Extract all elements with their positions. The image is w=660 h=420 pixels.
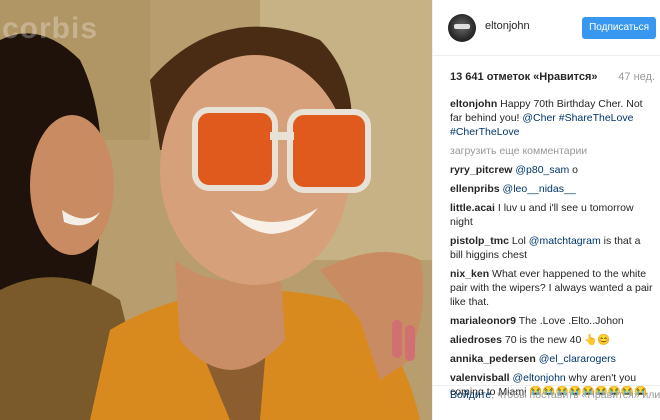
- login-prompt: Войдите, чтобы поставить «Нравится» или: [433, 385, 660, 420]
- photo-illustration: [0, 0, 432, 420]
- photo-watermark: corbis: [2, 12, 99, 45]
- caption-user[interactable]: eltonjohn: [450, 98, 497, 110]
- comment-mention[interactable]: @p80_sam: [515, 164, 569, 176]
- comment-user[interactable]: annika_pedersen: [450, 353, 536, 365]
- avatar[interactable]: [448, 14, 476, 42]
- comment-user[interactable]: nix_ken: [450, 268, 489, 280]
- username[interactable]: eltonjohn: [485, 20, 530, 32]
- comment-text: The .Love .Elto..Johon: [518, 315, 624, 327]
- comment-mention[interactable]: @el_clararogers: [539, 353, 616, 365]
- comment-user[interactable]: ryry_pitcrew: [450, 164, 512, 176]
- list-item: nix_ken What ever happened to the white …: [450, 267, 653, 309]
- comment-user[interactable]: valenvisball: [450, 372, 510, 384]
- likes-count[interactable]: 13 641 отметок «Нравится»: [450, 71, 598, 83]
- login-prompt-text: , чтобы поставить «Нравится» или: [491, 389, 660, 401]
- list-item: little.acai I luv u and i'll see u tomor…: [450, 201, 653, 229]
- list-item: aliedroses 70 is the new 40 👆😊: [450, 333, 653, 347]
- follow-button[interactable]: Подписаться: [582, 17, 656, 39]
- list-item: ellenpribs @leo__nidas__: [450, 182, 653, 196]
- comment-user[interactable]: ellenpribs: [450, 183, 500, 195]
- list-item: ryry_pitcrew @p80_sam o: [450, 163, 653, 177]
- post-sidebar: eltonjohn Подписаться 13 641 отметок «Нр…: [432, 0, 660, 420]
- list-item: marialeonor9 The .Love .Elto..Johon: [450, 314, 653, 328]
- list-item: annika_pedersen @el_clararogers: [450, 352, 653, 366]
- comment-mention[interactable]: @leo__nidas__: [503, 183, 576, 195]
- comment-user[interactable]: aliedroses: [450, 334, 502, 346]
- post-photo[interactable]: corbis: [0, 0, 432, 420]
- list-item: pistolp_tmc Lol @matchtagram is that a b…: [450, 234, 653, 262]
- post-time[interactable]: 47 нед.: [618, 71, 655, 83]
- comment-pre-text: Lol: [511, 235, 526, 247]
- caption: eltonjohn Happy 70th Birthday Cher. Not …: [450, 97, 653, 139]
- comment-user[interactable]: pistolp_tmc: [450, 235, 509, 247]
- comment-text: o: [572, 164, 578, 176]
- comment-user[interactable]: marialeonor9: [450, 315, 516, 327]
- comment-mention[interactable]: @eltonjohn: [512, 372, 565, 384]
- caption-mention[interactable]: @Cher: [522, 112, 555, 124]
- post-header: eltonjohn Подписаться: [433, 0, 660, 56]
- login-link[interactable]: Войдите: [450, 389, 491, 401]
- comment-mention[interactable]: @matchtagram: [529, 235, 601, 247]
- load-more-comments[interactable]: загрузить еще комментарии: [450, 144, 653, 158]
- comment-user[interactable]: little.acai: [450, 202, 495, 214]
- comment-text: 70 is the new 40 👆😊: [504, 334, 611, 346]
- post-stats: 13 641 отметок «Нравится» 47 нед.: [450, 71, 655, 83]
- comments-list[interactable]: eltonjohn Happy 70th Birthday Cher. Not …: [450, 97, 653, 395]
